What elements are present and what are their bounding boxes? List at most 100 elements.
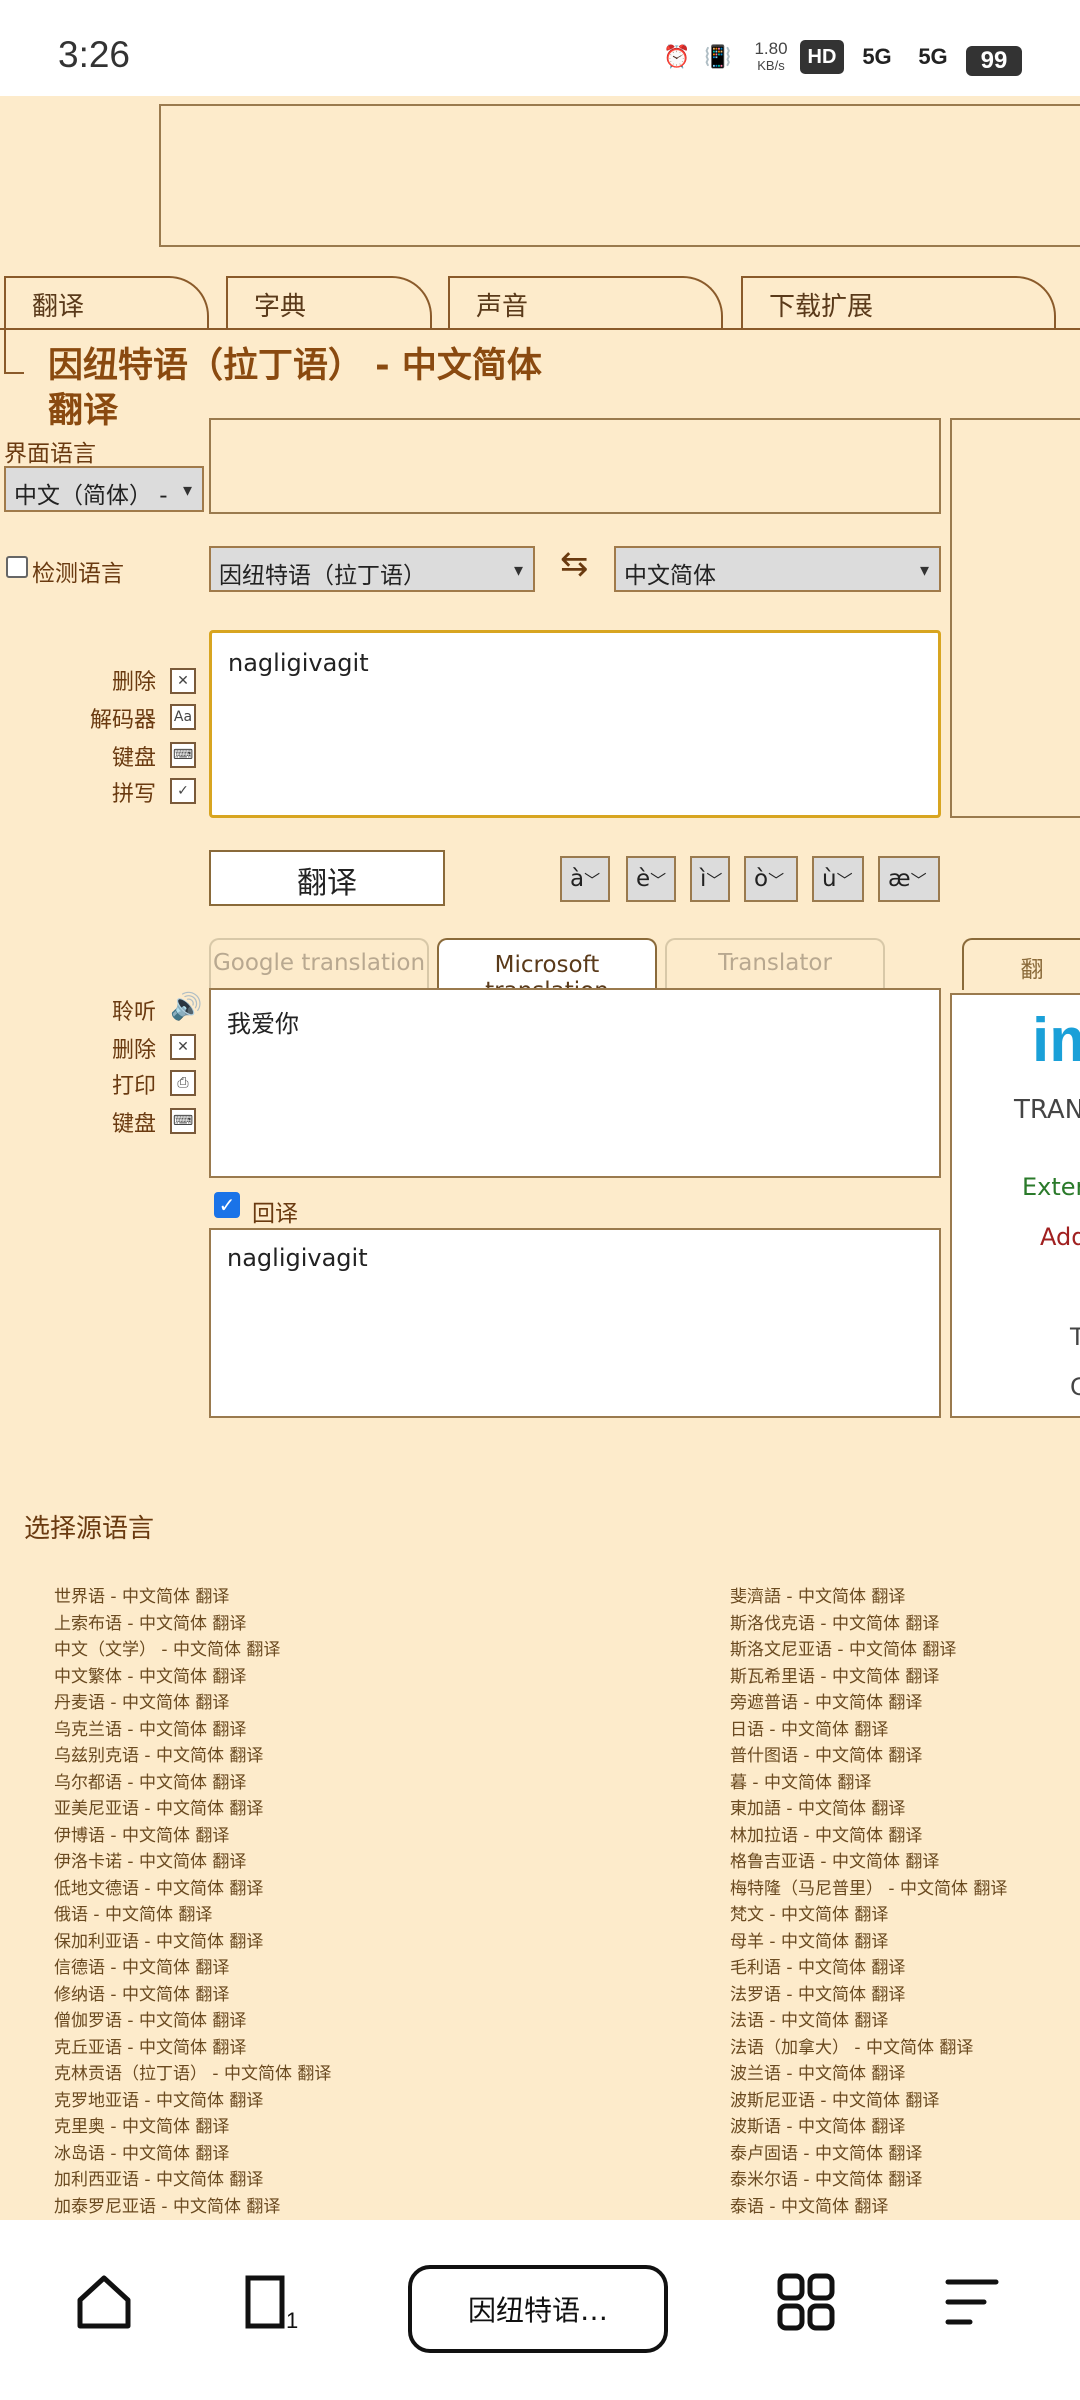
language-link[interactable]: 法语（加拿大） - 中文简体 翻译 xyxy=(730,2033,973,2058)
language-link[interactable]: 斐濟語 - 中文简体 翻译 xyxy=(730,1582,905,1607)
keyboard-icon[interactable]: ⌨ xyxy=(170,742,196,768)
language-link[interactable]: 法语 - 中文简体 翻译 xyxy=(730,2006,888,2031)
delete-label[interactable]: 删除 xyxy=(66,664,156,696)
keyboard-label[interactable]: 键盘 xyxy=(66,740,156,772)
promo-extension-link[interactable]: Exten xyxy=(1022,1173,1080,1201)
source-language-select[interactable]: 因纽特语（拉丁语） ▾ xyxy=(209,546,535,592)
swap-languages-icon[interactable]: ⇆ xyxy=(560,544,589,584)
language-link[interactable]: 林加拉语 - 中文简体 翻译 xyxy=(730,1821,922,1846)
home-icon[interactable] xyxy=(74,2272,134,2332)
language-link[interactable]: 普什图语 - 中文简体 翻译 xyxy=(730,1741,922,1766)
language-link[interactable]: 克里奥 - 中文简体 翻译 xyxy=(54,2112,229,2137)
language-link[interactable]: 泰米尔语 - 中文简体 翻译 xyxy=(730,2165,922,2190)
ui-language-select[interactable]: 中文（简体） - ▾ xyxy=(4,466,204,512)
tab-google-translation[interactable]: Google translation xyxy=(209,938,429,990)
battery-icon: 99 xyxy=(966,46,1022,76)
print-label[interactable]: 打印 xyxy=(66,1068,156,1100)
language-link[interactable]: 加泰罗尼亚语 - 中文简体 翻译 xyxy=(54,2192,280,2217)
promo-add-link[interactable]: Add xyxy=(1040,1223,1080,1251)
tab-microsoft-translation[interactable]: Microsoft translation xyxy=(437,938,657,992)
language-link[interactable]: 斯洛伐克语 - 中文简体 翻译 xyxy=(730,1609,939,1634)
speaker-icon[interactable]: 🔊 xyxy=(170,992,202,1022)
language-link[interactable]: 泰语 - 中文简体 翻译 xyxy=(730,2192,888,2217)
language-link[interactable]: 上索布语 - 中文简体 翻译 xyxy=(54,1609,246,1634)
detect-language-checkbox[interactable] xyxy=(6,556,28,578)
apps-grid-icon[interactable] xyxy=(776,2272,836,2332)
language-link[interactable]: 克罗地亚语 - 中文简体 翻译 xyxy=(54,2086,263,2111)
accent-a-select[interactable]: à﹀ xyxy=(560,856,610,902)
language-link[interactable]: 修纳语 - 中文简体 翻译 xyxy=(54,1980,229,2005)
spellcheck-icon[interactable]: ✓ xyxy=(170,778,196,804)
language-link[interactable]: 斯洛文尼亚语 - 中文简体 翻译 xyxy=(730,1635,956,1660)
target-language-select[interactable]: 中文简体 ▾ xyxy=(614,546,941,592)
language-link[interactable]: 中文繁体 - 中文简体 翻译 xyxy=(54,1662,246,1687)
language-link[interactable]: 伊博语 - 中文简体 翻译 xyxy=(54,1821,229,1846)
accent-ae-select[interactable]: æ﹀ xyxy=(878,856,940,902)
language-link[interactable]: 保加利亚语 - 中文简体 翻译 xyxy=(54,1927,263,1952)
language-link[interactable]: 世界语 - 中文简体 翻译 xyxy=(54,1582,229,1607)
language-link[interactable]: 信德语 - 中文简体 翻译 xyxy=(54,1953,229,1978)
language-link[interactable]: 克丘亚语 - 中文简体 翻译 xyxy=(54,2033,246,2058)
language-link[interactable]: 克林贡语（拉丁语） - 中文简体 翻译 xyxy=(54,2059,331,2084)
accent-u-select[interactable]: ù﹀ xyxy=(812,856,864,902)
accent-o-select[interactable]: ò﹀ xyxy=(744,856,798,902)
spell-label[interactable]: 拼写 xyxy=(66,776,156,808)
tabs-icon[interactable]: 1 xyxy=(242,2272,302,2332)
translate-button[interactable]: 翻译 xyxy=(209,850,445,906)
tab-translator[interactable]: Translator xyxy=(665,938,885,990)
tab-voice[interactable]: 声音 xyxy=(448,276,723,330)
printer-icon[interactable]: ⎙ xyxy=(170,1070,196,1096)
language-link[interactable]: 加利西亚语 - 中文简体 翻译 xyxy=(54,2165,263,2190)
language-link[interactable]: 乌克兰语 - 中文简体 翻译 xyxy=(54,1715,246,1740)
language-link[interactable]: 波兰语 - 中文简体 翻译 xyxy=(730,2059,905,2084)
tab-download-extension[interactable]: 下载扩展 xyxy=(741,276,1056,330)
language-link[interactable]: 丹麦语 - 中文简体 翻译 xyxy=(54,1688,229,1713)
language-link[interactable]: 梅特隆（马尼普里） - 中文简体 翻译 xyxy=(730,1874,1007,1899)
delete-icon[interactable]: ✕ xyxy=(170,1034,196,1060)
delete-icon[interactable]: ✕ xyxy=(170,668,196,694)
language-link[interactable]: 暮 - 中文简体 翻译 xyxy=(730,1768,871,1793)
accent-i-select[interactable]: ì﹀ xyxy=(690,856,730,902)
language-link[interactable]: 東加語 - 中文简体 翻译 xyxy=(730,1794,905,1819)
language-link[interactable]: 毛利语 - 中文简体 翻译 xyxy=(730,1953,905,1978)
decoder-icon[interactable]: Aa xyxy=(170,704,196,730)
language-link[interactable]: 法罗语 - 中文简体 翻译 xyxy=(730,1980,905,2005)
tab-dictionary[interactable]: 字典 xyxy=(226,276,432,330)
source-text-input[interactable]: nagligivagit xyxy=(209,630,941,818)
side-promo-panel: im TRAN Exten Add T C xyxy=(950,993,1080,1418)
listen-label[interactable]: 聆听 xyxy=(66,994,156,1026)
language-link[interactable]: 格鲁吉亚语 - 中文简体 翻译 xyxy=(730,1847,939,1872)
language-link[interactable]: 低地文德语 - 中文简体 翻译 xyxy=(54,1874,263,1899)
language-link[interactable]: 伊洛卡诺 - 中文简体 翻译 xyxy=(54,1847,246,1872)
tab-translate[interactable]: 翻译 xyxy=(4,276,209,330)
keyboard-result-label[interactable]: 键盘 xyxy=(66,1106,156,1138)
tab-translate-extra[interactable]: 翻 xyxy=(962,938,1080,990)
language-link[interactable]: 泰卢固语 - 中文简体 翻译 xyxy=(730,2139,922,2164)
language-link[interactable]: 梵文 - 中文简体 翻译 xyxy=(730,1900,888,1925)
language-link[interactable]: 斯瓦希里语 - 中文简体 翻译 xyxy=(730,1662,939,1687)
menu-icon[interactable] xyxy=(944,2276,1000,2328)
language-link[interactable]: 波斯语 - 中文简体 翻译 xyxy=(730,2112,905,2137)
side-ad-panel xyxy=(950,418,1080,818)
language-link[interactable]: 母羊 - 中文简体 翻译 xyxy=(730,1927,888,1952)
keyboard-icon[interactable]: ⌨ xyxy=(170,1108,196,1134)
language-link[interactable]: 僧伽罗语 - 中文简体 翻译 xyxy=(54,2006,246,2031)
language-link[interactable]: 波斯尼亚语 - 中文简体 翻译 xyxy=(730,2086,939,2111)
language-link[interactable]: 乌兹别克语 - 中文简体 翻译 xyxy=(54,1741,263,1766)
chevron-down-icon: ▾ xyxy=(919,560,929,581)
decoder-label[interactable]: 解码器 xyxy=(66,702,156,734)
back-translation-output[interactable]: nagligivagit xyxy=(209,1228,941,1418)
language-link[interactable]: 中文（文学） - 中文简体 翻译 xyxy=(54,1635,280,1660)
delete-result-label[interactable]: 删除 xyxy=(66,1032,156,1064)
language-link[interactable]: 旁遮普语 - 中文简体 翻译 xyxy=(730,1688,922,1713)
title-bracket xyxy=(4,330,24,374)
language-link[interactable]: 冰岛语 - 中文简体 翻译 xyxy=(54,2139,229,2164)
accent-e-select[interactable]: è﹀ xyxy=(626,856,676,902)
translation-output[interactable]: 我爱你 xyxy=(209,988,941,1178)
language-link[interactable]: 俄语 - 中文简体 翻译 xyxy=(54,1900,212,1925)
language-link[interactable]: 乌尔都语 - 中文简体 翻译 xyxy=(54,1768,246,1793)
language-link[interactable]: 亚美尼亚语 - 中文简体 翻译 xyxy=(54,1794,263,1819)
back-translation-checkbox[interactable]: ✓ xyxy=(214,1192,240,1218)
language-link[interactable]: 日语 - 中文简体 翻译 xyxy=(730,1715,888,1740)
current-tab-title[interactable]: 因纽特语… xyxy=(408,2265,668,2353)
